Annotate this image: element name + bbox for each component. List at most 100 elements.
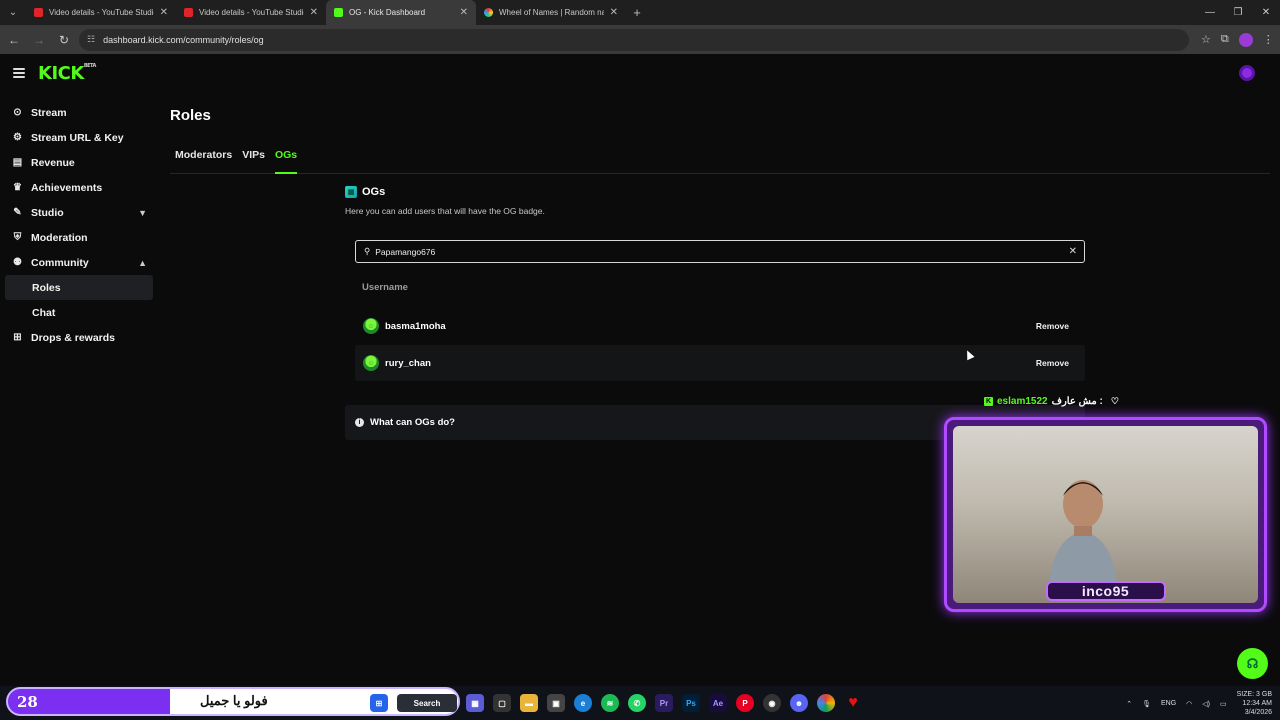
heart-app-icon[interactable]: ♥: [844, 694, 862, 712]
kick-icon: [334, 8, 343, 17]
spotify-icon[interactable]: ≋: [601, 694, 619, 712]
follow-goal-text: فولو يا جميل: [200, 693, 268, 708]
address-bar: ← → ↻ ☷ dashboard.kick.com/community/rol…: [0, 25, 1280, 54]
profile-avatar[interactable]: [1238, 32, 1253, 47]
chevron-down-icon[interactable]: ▼: [138, 208, 147, 218]
sidebar-item-community[interactable]: ⚉ Community ▲: [5, 250, 153, 275]
tab-title: Video details - YouTube Studio: [49, 8, 154, 17]
maximize-icon[interactable]: ❐: [1224, 0, 1252, 25]
remove-button[interactable]: Remove: [1036, 358, 1069, 368]
back-icon[interactable]: ←: [3, 29, 25, 51]
microphone-icon[interactable]: 🎙: [1142, 700, 1151, 708]
browser-tab[interactable]: Wheel of Names | Random nam ✕: [476, 0, 626, 25]
sidebar-item-label: Stream: [31, 106, 67, 119]
close-tab-icon[interactable]: ✕: [160, 7, 168, 18]
streamer-name: inco95: [1045, 581, 1166, 601]
sidebar-item-studio[interactable]: ✎ Studio ▼: [5, 200, 153, 225]
user-avatar[interactable]: [1239, 65, 1255, 81]
battery-icon[interactable]: ▭: [1220, 700, 1227, 708]
heart-wings-icon: ♡: [1110, 396, 1119, 406]
section-header: ▦ OGs: [345, 186, 385, 198]
task-view-icon[interactable]: ▢: [493, 694, 511, 712]
discord-icon[interactable]: ☻: [790, 694, 808, 712]
taskbar-search[interactable]: Search: [397, 694, 457, 712]
clear-search-icon[interactable]: ✕: [1069, 246, 1077, 257]
chart-icon: ▤: [12, 157, 23, 168]
obs-icon[interactable]: ◉: [763, 694, 781, 712]
storage-size: SIZE: 3 GB: [1236, 691, 1272, 698]
widgets-icon[interactable]: ▦: [466, 694, 484, 712]
tab-ogs[interactable]: OGs: [274, 148, 298, 174]
photoshop-icon[interactable]: Ps: [682, 694, 700, 712]
sidebar-item-revenue[interactable]: ▤ Revenue: [5, 150, 153, 175]
taskbar-search-label: Search: [413, 698, 441, 708]
edge-icon[interactable]: e: [574, 694, 592, 712]
help-chat-button[interactable]: ☊: [1237, 648, 1268, 679]
table-row: ☺ basma1moha Remove: [355, 308, 1085, 344]
pinterest-icon[interactable]: P: [736, 694, 754, 712]
extensions-icon[interactable]: ⧉: [1221, 33, 1229, 46]
hamburger-menu-icon[interactable]: [13, 68, 25, 78]
tab-moderators[interactable]: Moderators: [175, 148, 232, 174]
sidebar-item-stream[interactable]: ⊙ Stream: [5, 100, 153, 125]
sidebar-item-label: Drops & rewards: [31, 331, 116, 344]
reload-icon[interactable]: ↻: [53, 29, 75, 51]
sidebar-item-drops-rewards[interactable]: ⊞ Drops & rewards: [5, 325, 153, 350]
sidebar-item-label: Moderation: [31, 231, 88, 244]
tab-search-icon[interactable]: ⌄: [0, 0, 26, 25]
sidebar-item-achievements[interactable]: ♛ Achievements: [5, 175, 153, 200]
sidebar-item-roles[interactable]: Roles: [5, 275, 153, 300]
beta-tag: BETA: [83, 63, 97, 69]
minimize-icon[interactable]: —: [1196, 0, 1224, 25]
window-controls: — ❐ ✕: [1196, 0, 1280, 25]
input-language[interactable]: ENG: [1161, 700, 1176, 707]
kick-logo[interactable]: KICKBETA: [38, 63, 96, 84]
streamer-figure: [1048, 480, 1118, 591]
sidebar-item-stream-url-key[interactable]: ⚙ Stream URL & Key: [5, 125, 153, 150]
chrome-icon[interactable]: [817, 694, 835, 712]
sidebar-item-label: Studio: [31, 206, 64, 219]
clock-date: 3/4/2026: [1244, 709, 1272, 716]
close-tab-icon[interactable]: ✕: [460, 7, 468, 18]
close-window-icon[interactable]: ✕: [1252, 0, 1280, 25]
menu-dots-icon[interactable]: ⋮: [1263, 33, 1274, 46]
forward-icon[interactable]: →: [28, 29, 50, 51]
sidebar: ⊙ Stream ⚙ Stream URL & Key ▤ Revenue ♛ …: [5, 100, 153, 350]
sidebar-item-label: Community: [31, 256, 89, 269]
chevron-up-icon[interactable]: ⌃: [1126, 700, 1132, 708]
file-explorer-icon[interactable]: ▬: [520, 694, 538, 712]
wheel-icon: [484, 8, 493, 17]
browser-tab[interactable]: Video details - YouTube Studio ✕: [26, 0, 176, 25]
sidebar-item-label: Chat: [32, 306, 56, 319]
tab-vips[interactable]: VIPs: [242, 148, 265, 174]
remove-button[interactable]: Remove: [1036, 321, 1069, 331]
sidebar-item-label: Achievements: [31, 181, 103, 194]
sidebar-item-moderation[interactable]: ⛨ Moderation: [5, 225, 153, 250]
site-info-icon[interactable]: ☷: [87, 34, 95, 45]
store-icon[interactable]: ▣: [547, 694, 565, 712]
chevron-up-icon[interactable]: ▲: [138, 258, 147, 268]
bookmark-star-icon[interactable]: ☆: [1201, 33, 1211, 46]
logo-text: KICK: [38, 63, 84, 84]
url-text: dashboard.kick.com/community/roles/og: [103, 34, 264, 45]
stream-chat-message: K eslam1522 مش عارف : ♡: [984, 396, 1119, 407]
whatsapp-icon[interactable]: ✆: [628, 694, 646, 712]
search-input[interactable]: ⚲ Papamango676 ✕: [355, 240, 1085, 263]
after-effects-icon[interactable]: Ae: [709, 694, 727, 712]
sidebar-item-chat[interactable]: Chat: [5, 300, 153, 325]
close-tab-icon[interactable]: ✕: [310, 7, 318, 18]
section-description: Here you can add users that will have th…: [345, 206, 545, 216]
youtube-icon: [34, 8, 43, 17]
new-tab-button[interactable]: +: [626, 0, 648, 25]
browser-tab-active[interactable]: OG - Kick Dashboard ✕: [326, 0, 476, 25]
search-icon: ⚲: [364, 246, 371, 256]
faq-label: What can OGs do?: [370, 417, 455, 428]
close-tab-icon[interactable]: ✕: [610, 7, 618, 18]
premiere-icon[interactable]: Pr: [655, 694, 673, 712]
browser-tab[interactable]: Video details - YouTube Studio ✕: [176, 0, 326, 25]
windows-start-icon[interactable]: ⊞: [370, 694, 388, 712]
volume-icon[interactable]: ◁): [1202, 700, 1210, 708]
url-field[interactable]: ☷ dashboard.kick.com/community/roles/og: [79, 28, 1189, 51]
wifi-icon[interactable]: ◠: [1186, 700, 1192, 708]
clock[interactable]: SIZE: 3 GB 12:34 AM 3/4/2026: [1237, 690, 1272, 717]
